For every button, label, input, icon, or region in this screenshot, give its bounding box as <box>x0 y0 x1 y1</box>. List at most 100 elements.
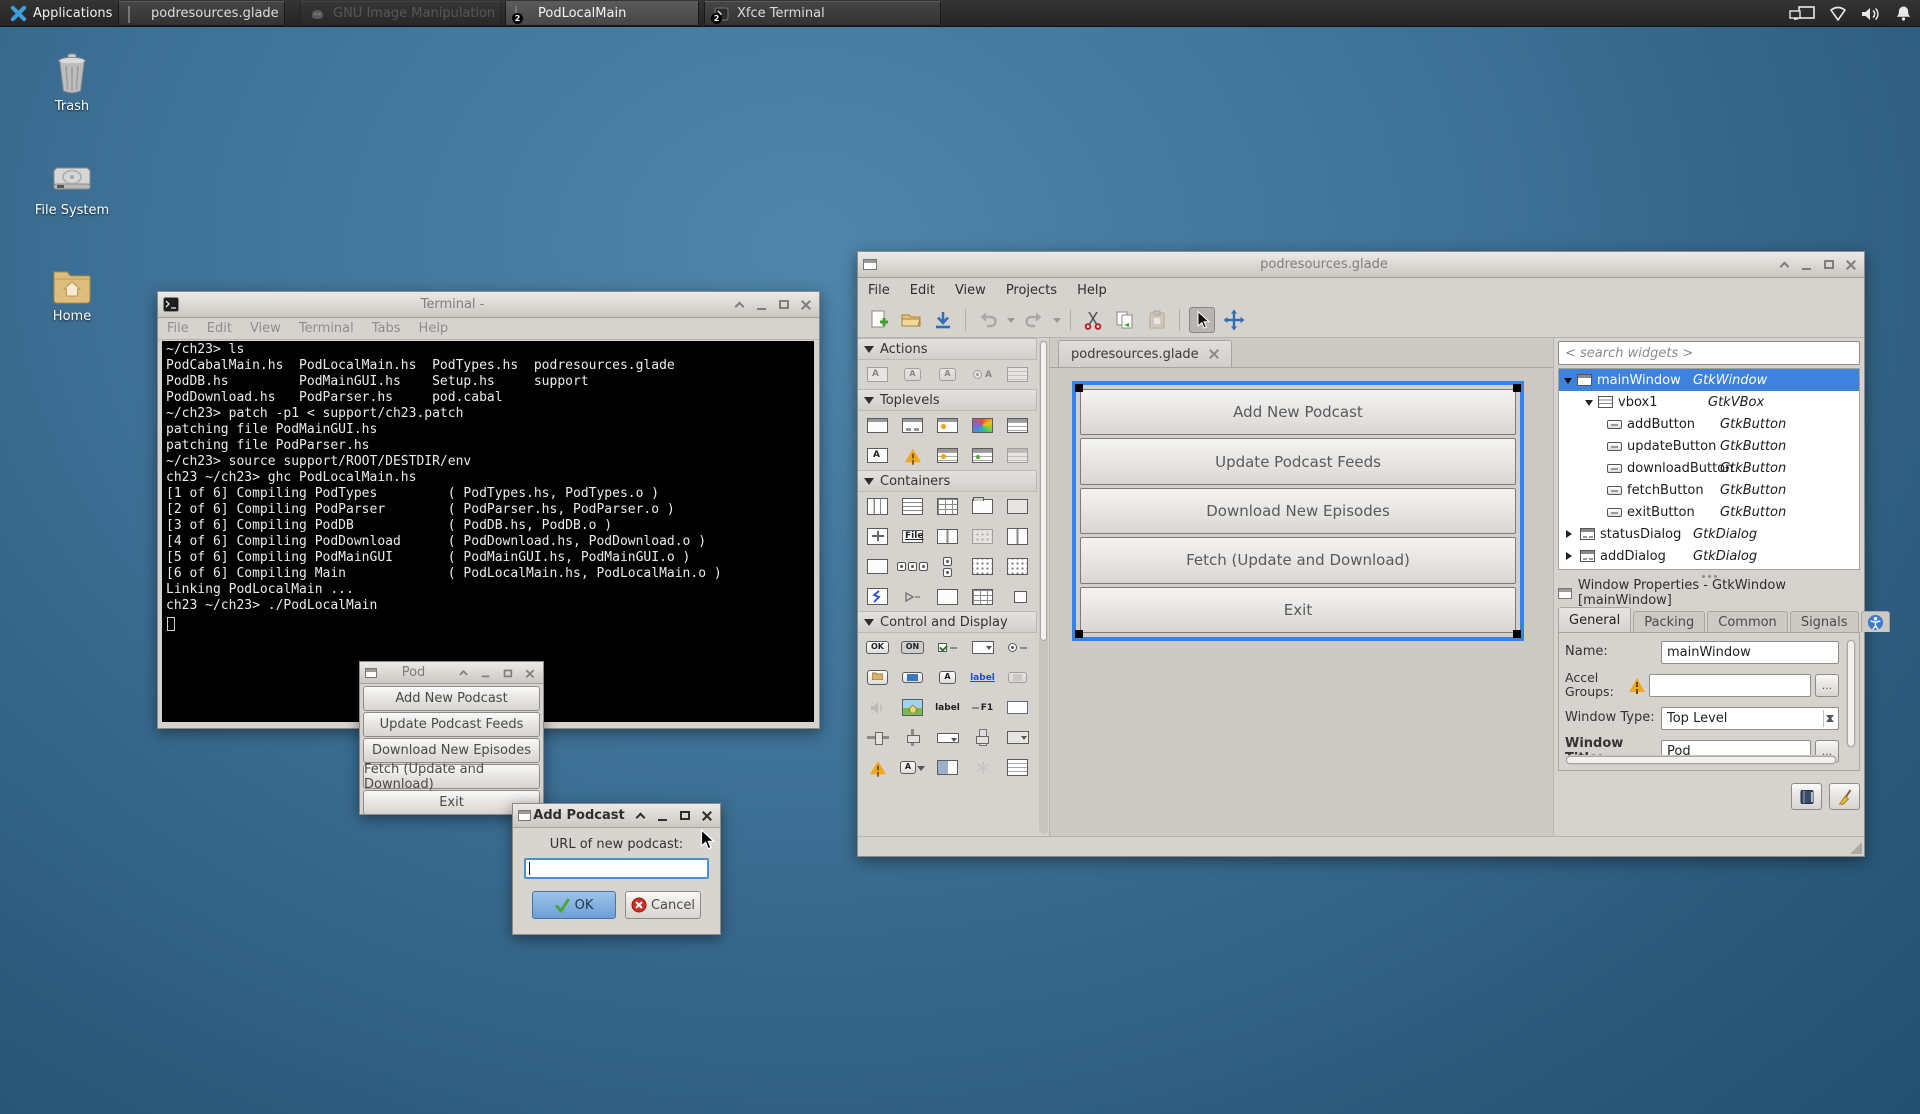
menu-edit[interactable]: Edit <box>198 321 241 336</box>
palette-label-icon[interactable]: label <box>930 697 965 718</box>
tree-row-adddialog[interactable]: addDialog GtkDialog <box>1559 545 1859 567</box>
expander-open-icon[interactable] <box>1585 400 1593 410</box>
maximize-button[interactable] <box>676 808 693 824</box>
accel-groups-input[interactable] <box>1649 674 1811 697</box>
design-add-button[interactable]: Add New Podcast <box>1080 389 1516 435</box>
selection-handle[interactable] <box>1075 384 1083 392</box>
resize-grip[interactable] <box>1850 842 1862 854</box>
palette-hbuttonbox-icon[interactable] <box>930 526 965 547</box>
new-button[interactable] <box>866 307 892 333</box>
palette-section-toplevels[interactable]: Toplevels <box>858 389 1037 411</box>
palette-message-dialog-icon[interactable] <box>930 445 965 466</box>
expander-open-icon[interactable] <box>1564 378 1572 388</box>
palette-comboboxentry-icon[interactable]: A <box>895 757 930 778</box>
design-canvas[interactable]: Add New Podcast Update Podcast Feeds Dow… <box>1050 368 1553 836</box>
notifications-icon[interactable] <box>1895 5 1912 22</box>
menu-view[interactable]: View <box>945 283 996 298</box>
redo-menu-icon[interactable] <box>1053 318 1061 327</box>
palette-radiobutton-icon[interactable] <box>1000 637 1035 658</box>
palette-togglebutton-icon[interactable]: ON <box>895 637 930 658</box>
palette-textview-icon[interactable] <box>1000 757 1035 778</box>
pod-titlebar[interactable]: Pod <box>360 662 543 684</box>
taskbar-item-glade[interactable]: podresources.glade <box>118 1 285 26</box>
selected-design-window[interactable]: Add New Podcast Update Podcast Feeds Dow… <box>1072 381 1524 641</box>
palette-alignment-icon[interactable] <box>1000 586 1035 607</box>
desktop-icon-filesystem[interactable]: File System <box>29 158 115 218</box>
palette-linkbutton-icon[interactable]: label <box>965 667 1000 688</box>
tree-row-addbutton[interactable]: addButton GtkButton <box>1559 413 1859 435</box>
palette-vbuttonbox-icon[interactable] <box>930 556 965 577</box>
palette-fixed-icon[interactable] <box>860 526 895 547</box>
palette-table-icon[interactable] <box>930 496 965 517</box>
palette-window-icon[interactable] <box>860 415 895 436</box>
properties-vertical-scrollbar[interactable] <box>1846 639 1856 748</box>
palette-entry-icon[interactable] <box>1000 697 1035 718</box>
menu-file[interactable]: File <box>858 283 900 298</box>
applications-menu-button[interactable]: Applications <box>0 0 122 26</box>
design-download-button[interactable]: Download New Episodes <box>1080 488 1516 534</box>
window-type-select[interactable]: Top Level <box>1661 707 1839 730</box>
palette-frame-icon[interactable] <box>1000 496 1035 517</box>
palette-assistant-icon[interactable] <box>895 445 930 466</box>
palette-toggle-action-icon[interactable]: A <box>895 364 930 385</box>
tree-row-updatebutton[interactable]: updateButton GtkButton <box>1559 435 1859 457</box>
palette-recent-chooser-dialog-icon[interactable] <box>965 445 1000 466</box>
select-tool-button[interactable] <box>1189 307 1215 333</box>
palette-notebook-icon[interactable] <box>965 496 1000 517</box>
palette-section-control-display[interactable]: Control and Display <box>858 611 1037 633</box>
cut-button[interactable] <box>1080 307 1106 333</box>
palette-vscale-icon[interactable] <box>895 727 930 748</box>
menu-help[interactable]: Help <box>1067 283 1117 298</box>
update-podcast-feeds-button[interactable]: Update Podcast Feeds <box>363 712 540 737</box>
taskbar-item-podlocalmain[interactable]: 2 PodLocalMain <box>505 1 699 26</box>
terminal-titlebar[interactable]: Terminal - <box>158 292 819 318</box>
design-update-button[interactable]: Update Podcast Feeds <box>1080 438 1516 484</box>
palette-hbox-icon[interactable] <box>860 496 895 517</box>
maximize-button[interactable] <box>775 297 792 313</box>
desktop-icon-trash[interactable]: Trash <box>29 52 115 114</box>
download-new-episodes-button[interactable]: Download New Episodes <box>363 738 540 763</box>
palette-hpaned-icon[interactable] <box>1000 526 1035 547</box>
menu-edit[interactable]: Edit <box>900 283 945 298</box>
palette-toolbar-icon[interactable] <box>965 526 1000 547</box>
palette-iconview-icon[interactable] <box>1000 556 1035 577</box>
tree-row-statusdialog[interactable]: statusDialog GtkDialog <box>1559 523 1859 545</box>
maximize-button[interactable] <box>500 666 514 680</box>
palette-hscale-icon[interactable] <box>860 727 895 748</box>
close-button[interactable] <box>698 808 715 824</box>
palette-hscrollbar-icon[interactable] <box>930 727 965 748</box>
maximize-button[interactable] <box>1820 257 1837 273</box>
paste-button[interactable] <box>1144 307 1170 333</box>
tree-row-fetchbutton[interactable]: fetchButton GtkButton <box>1559 479 1859 501</box>
palette-image-icon[interactable] <box>895 697 930 718</box>
taskbar-item-gimp[interactable]: GNU Image Manipulation ... <box>300 1 501 26</box>
selection-handle[interactable] <box>1513 630 1521 638</box>
display-icon[interactable] <box>1789 6 1815 22</box>
minimize-button[interactable] <box>1798 257 1815 273</box>
tab-signals[interactable]: Signals <box>1790 611 1859 632</box>
volume-icon[interactable] <box>1861 6 1881 22</box>
palette-section-containers[interactable]: Containers <box>858 470 1037 492</box>
palette-spinner-icon[interactable] <box>965 757 1000 778</box>
palette-spinbutton-icon[interactable] <box>965 637 1000 658</box>
fetch-button[interactable]: Fetch (Update and Download) <box>363 764 540 789</box>
close-button[interactable] <box>522 666 536 680</box>
selection-handle[interactable] <box>1075 630 1083 638</box>
menu-file[interactable]: File <box>158 321 198 336</box>
clear-button[interactable] <box>1829 783 1860 810</box>
palette-about-dialog-icon[interactable] <box>930 415 965 436</box>
palette-colorbutton-icon[interactable] <box>895 667 930 688</box>
tab-accessibility[interactable] <box>1861 611 1890 632</box>
palette-radio-action-icon[interactable]: A <box>930 364 965 385</box>
tree-row-vbox1[interactable]: vbox1 GtkVBox <box>1559 391 1859 413</box>
palette-recent-action-icon[interactable]: A <box>965 364 1000 385</box>
tab-common[interactable]: Common <box>1707 611 1788 632</box>
palette-dialog-icon[interactable] <box>895 415 930 436</box>
accel-groups-ellipsis-button[interactable]: ... <box>1815 674 1839 697</box>
close-button[interactable] <box>1842 257 1859 273</box>
palette-menubar-icon[interactable]: File <box>895 526 930 547</box>
tab-packing[interactable]: Packing <box>1633 611 1705 632</box>
palette-action-icon[interactable]: A <box>860 364 895 385</box>
menu-view[interactable]: View <box>241 321 290 336</box>
palette-layout-icon[interactable] <box>930 586 965 607</box>
